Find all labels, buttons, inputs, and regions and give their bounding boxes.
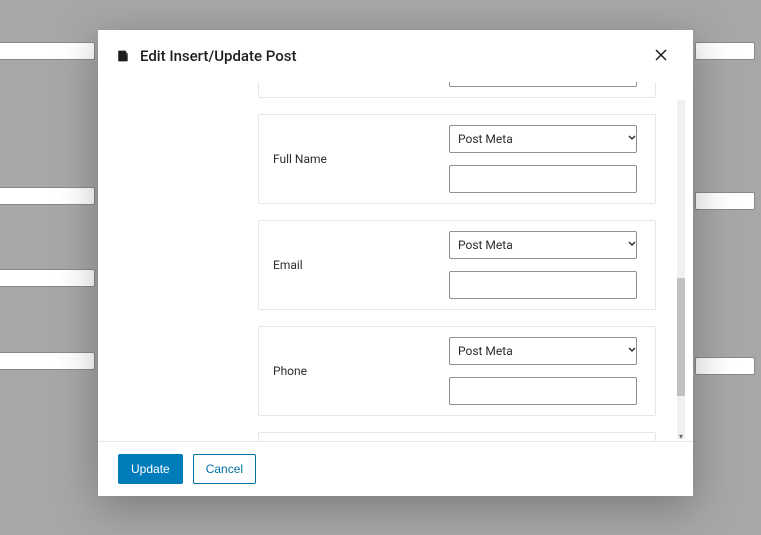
field-card: Email Post Meta <box>258 220 656 310</box>
post-icon <box>116 48 130 64</box>
field-card: Post Meta <box>258 432 656 441</box>
cancel-button[interactable]: Cancel <box>193 454 256 484</box>
field-card: Full Name Post Meta <box>258 114 656 204</box>
field-value-input[interactable] <box>449 165 637 193</box>
modal-body: Full Name Post Meta <box>98 82 693 441</box>
field-type-select[interactable]: Post Meta <box>449 337 637 365</box>
fields-scroll-area[interactable]: Full Name Post Meta <box>258 82 685 441</box>
field-card <box>258 82 656 98</box>
select-value: Post Meta <box>458 132 513 146</box>
field-label: Phone <box>269 364 449 378</box>
select-value: Post Meta <box>458 344 513 358</box>
field-value-input[interactable] <box>449 377 637 405</box>
select-value: Post Meta <box>458 238 513 252</box>
modal-footer: Update Cancel <box>98 441 693 496</box>
field-type-select[interactable]: Post Meta <box>449 231 637 259</box>
field-label: Full Name <box>269 152 449 166</box>
scrollbar-thumb[interactable] <box>677 278 685 396</box>
modal-title: Edit Insert/Update Post <box>140 47 639 65</box>
scrollbar-track[interactable] <box>677 100 685 439</box>
update-button[interactable]: Update <box>118 454 183 484</box>
modal-edit-insert-update-post: Edit Insert/Update Post <box>98 30 693 496</box>
close-button[interactable] <box>649 44 673 68</box>
modal-header: Edit Insert/Update Post <box>98 30 693 82</box>
field-value-input[interactable] <box>449 271 637 299</box>
field-card: Phone Post Meta <box>258 326 656 416</box>
scroll-down-icon[interactable]: ▾ <box>677 431 685 441</box>
field-value-input[interactable] <box>449 82 637 87</box>
field-type-select[interactable]: Post Meta <box>449 125 637 153</box>
field-label: Email <box>269 258 449 272</box>
close-icon <box>654 48 668 65</box>
